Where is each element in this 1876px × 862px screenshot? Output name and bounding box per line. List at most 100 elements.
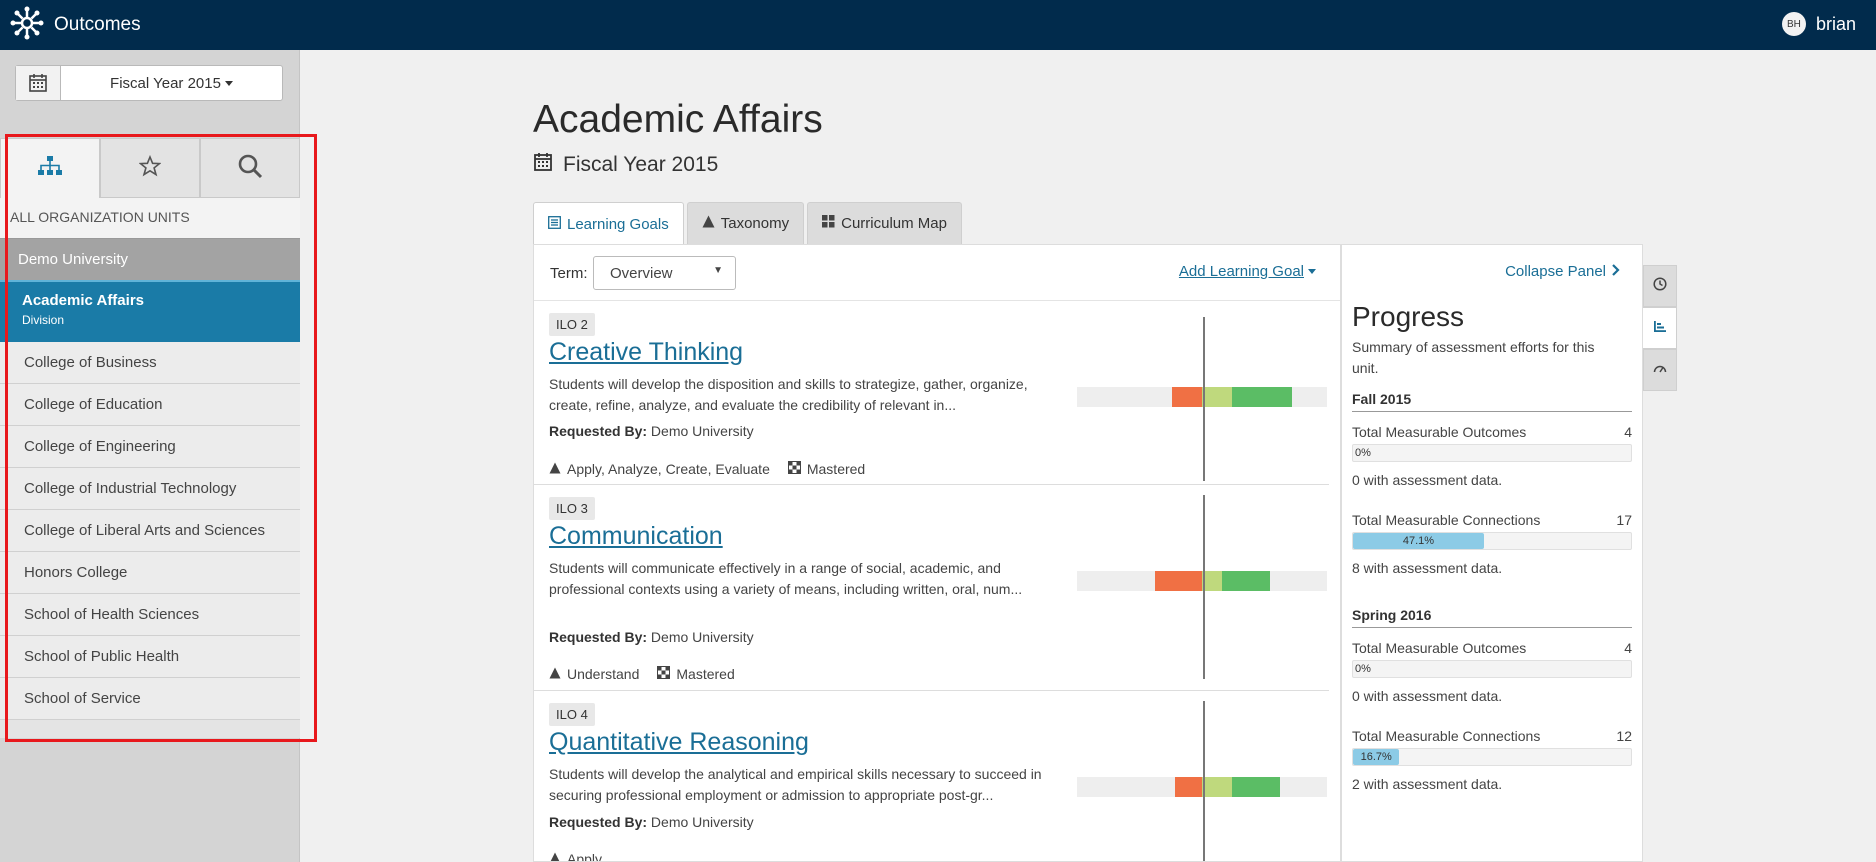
add-learning-goal-button[interactable]: Add Learning Goal — [1179, 263, 1316, 280]
clock-icon — [1653, 276, 1667, 296]
bar-chart-icon — [1653, 319, 1667, 338]
org-unit-item[interactable]: College of Industrial Technology — [0, 468, 300, 510]
goal-item: ILO 2 Creative Thinking Students will de… — [534, 301, 1329, 485]
progress-bar: 16.7% — [1352, 748, 1632, 766]
user-name: brian — [1815, 13, 1856, 34]
outcomes-logo-icon — [10, 6, 44, 45]
metric-outcomes: Total Measurable Outcomes 4 — [1352, 424, 1632, 440]
org-unit-active[interactable]: Academic Affairs Division — [0, 280, 300, 342]
tab-hierarchy[interactable] — [0, 138, 100, 198]
metric-count: 4 — [1624, 640, 1632, 656]
sitemap-icon — [37, 155, 63, 182]
org-unit-item[interactable]: School of Health Sciences — [0, 594, 300, 636]
goal-description: Students will communicate effectively in… — [549, 560, 1023, 597]
goal-badge: ILO 2 — [549, 313, 595, 336]
org-unit-item[interactable]: College of Engineering — [0, 426, 300, 468]
requested-by-label: Requested By: — [549, 423, 648, 439]
chevron-right-icon — [1612, 263, 1620, 280]
goal-item: ILO 4 Quantitative Reasoning Students wi… — [534, 691, 1329, 862]
goal-title-link[interactable]: Communication — [549, 522, 723, 551]
collapse-panel-label: Collapse Panel — [1505, 263, 1606, 280]
baseline-line — [1203, 317, 1205, 481]
term-toolbar: Term: Overview ▼ Add Learning Goal — [534, 245, 1340, 301]
org-unit-item[interactable]: School of Service — [0, 678, 300, 720]
tab-label: Learning Goals — [567, 215, 669, 233]
progress-tab[interactable] — [1643, 307, 1677, 349]
segment-met — [1202, 387, 1232, 407]
metric-connections: Total Measurable Connections 12 — [1352, 728, 1632, 744]
term-select[interactable]: Overview ▼ — [593, 256, 736, 290]
progress-subtitle: Summary of assessment efforts for this u… — [1352, 339, 1595, 376]
metric-count: 17 — [1616, 512, 1632, 528]
mastery-icon — [787, 461, 801, 477]
caret-down-icon — [1308, 269, 1316, 274]
goal-distribution-chart — [1077, 485, 1327, 691]
all-org-units-label: ALL ORGANIZATION UNITS — [0, 198, 300, 238]
progress-bar: 0% — [1352, 444, 1632, 462]
org-unit-item[interactable]: School of Public Health — [0, 636, 300, 678]
metric-label: Total Measurable Connections — [1352, 728, 1541, 744]
tab-favorites[interactable] — [100, 138, 200, 198]
segment-exceeded — [1222, 571, 1270, 591]
calendar-icon[interactable] — [16, 66, 61, 100]
term-label: Term: — [550, 265, 588, 282]
goal-mastery: Mastered — [806, 461, 866, 477]
metric-label: Total Measurable Outcomes — [1352, 424, 1527, 440]
requested-by-label: Requested By: — [549, 814, 648, 830]
progress-bar-label: 47.1% — [1402, 535, 1435, 547]
goal-requested-by: Requested By: Demo University — [549, 423, 754, 439]
requested-by-value: Demo University — [650, 814, 754, 830]
progress-bar-label: 16.7% — [1360, 751, 1392, 763]
star-icon — [138, 154, 162, 182]
progress-bar-label: 0% — [1355, 663, 1371, 675]
list-icon — [548, 215, 561, 233]
fiscal-year-label: Fiscal Year 2015 — [110, 74, 221, 92]
goal-distribution-chart — [1077, 691, 1327, 861]
tab-taxonomy[interactable]: Taxonomy — [686, 202, 805, 244]
progress-bar: 0% — [1352, 660, 1632, 678]
fiscal-year-text: Fiscal Year 2015 — [563, 153, 719, 176]
metric-note: 0 with assessment data. — [1352, 472, 1503, 488]
goal-badge: ILO 4 — [549, 703, 595, 726]
user-menu[interactable]: BH brian — [1781, 12, 1856, 36]
org-unit-item[interactable]: College of Liberal Arts and Sciences — [0, 510, 300, 552]
baseline-line — [1203, 701, 1205, 861]
org-unit-root[interactable]: Demo University — [0, 238, 300, 280]
collapse-panel-button[interactable]: Collapse Panel — [1505, 263, 1620, 280]
requested-by-label: Requested By: — [549, 629, 648, 645]
goal-title-link[interactable]: Creative Thinking — [549, 338, 743, 367]
tab-learning-goals[interactable]: Learning Goals — [533, 202, 684, 245]
requested-by-value: Demo University — [650, 423, 754, 439]
panel-side-tabs — [1643, 265, 1677, 391]
app-brand[interactable]: Outcomes — [10, 6, 141, 45]
page-subtitle: Fiscal Year 2015 — [533, 152, 718, 178]
fiscal-year-dropdown[interactable]: Fiscal Year 2015 — [61, 66, 282, 100]
calendar-icon — [533, 152, 553, 178]
dashboard-tab[interactable] — [1643, 349, 1677, 391]
org-unit-item[interactable]: College of Business — [0, 342, 300, 384]
app-title: Outcomes — [54, 14, 141, 35]
metric-label: Total Measurable Outcomes — [1352, 640, 1527, 656]
pyramid-icon — [702, 215, 715, 232]
history-tab[interactable] — [1643, 265, 1677, 307]
fiscal-year-picker: Fiscal Year 2015 — [15, 65, 283, 101]
tab-label: Curriculum Map — [841, 215, 947, 232]
goal-title-link[interactable]: Quantitative Reasoning — [549, 728, 809, 757]
tab-search[interactable] — [200, 138, 300, 198]
progress-bar-label: 0% — [1355, 447, 1371, 459]
sidebar: Fiscal Year 2015 ALL ORGANIZATION UNITS … — [0, 50, 300, 862]
tab-curriculum-map[interactable]: Curriculum Map — [807, 202, 962, 244]
avatar: BH — [1781, 12, 1806, 36]
org-unit-item[interactable]: Honors College — [0, 552, 300, 594]
metric-count: 12 — [1616, 728, 1632, 744]
segment-met — [1202, 571, 1222, 591]
progress-bar: 47.1% — [1352, 532, 1632, 550]
goal-distribution-chart — [1077, 301, 1327, 485]
goal-taxonomy: Apply — [567, 851, 603, 862]
org-unit-list: Demo University Academic Affairs Divisio… — [0, 238, 300, 738]
top-navbar: Outcomes BH brian — [0, 0, 1876, 50]
org-unit-item[interactable]: College of Education — [0, 384, 300, 426]
distribution-bar — [1077, 387, 1327, 407]
tab-label: Taxonomy — [720, 215, 790, 232]
grid-icon — [822, 215, 835, 232]
